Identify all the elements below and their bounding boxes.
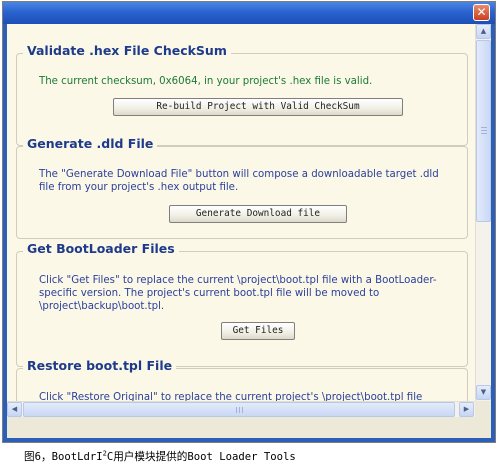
window-client-area: Validate .hex File CheckSum The current …	[7, 24, 491, 438]
bootloader-group-title: Get BootLoader Files	[23, 241, 179, 256]
caption-suffix: C用户模块提供的Boot Loader Tools	[106, 451, 296, 463]
get-files-button[interactable]: Get Files	[221, 322, 295, 340]
scrollable-content: Validate .hex File CheckSum The current …	[7, 24, 475, 401]
scroll-right-button[interactable]: ▶	[459, 402, 474, 417]
thumb-grip-line	[481, 133, 487, 134]
rebuild-checksum-button[interactable]: Re-build Project with Valid CheckSum	[113, 98, 403, 116]
horizontal-scroll-thumb[interactable]	[23, 402, 455, 417]
generate-download-button[interactable]: Generate Download file	[169, 205, 347, 223]
vertical-scrollbar[interactable]: ▲ ▼	[475, 24, 491, 401]
bootloader-description-line3: \project\backup\boot.tpl.	[39, 301, 165, 312]
dld-group-title: Generate .dld File	[23, 136, 158, 151]
thumb-grip-line	[481, 130, 487, 131]
thumb-grip-line	[481, 127, 487, 128]
title-bar[interactable]: ✕	[3, 2, 495, 24]
scroll-up-button[interactable]: ▲	[476, 24, 491, 39]
dld-description-line2: file from your project's .hex output fil…	[39, 182, 239, 193]
arrow-down-icon: ▼	[480, 388, 487, 396]
caption-prefix: 图6，BootLdrI	[24, 451, 103, 463]
arrow-up-icon: ▲	[480, 27, 487, 35]
thumb-grip-line	[242, 407, 243, 413]
thumb-grip-line	[239, 407, 240, 413]
close-button[interactable]: ✕	[473, 4, 490, 21]
scrollbar-corner	[475, 401, 491, 417]
checksum-status-text: The current checksum, 0x6064, in your pr…	[39, 76, 373, 87]
checksum-group-title: Validate .hex File CheckSum	[23, 43, 231, 58]
arrow-right-icon: ▶	[463, 405, 470, 413]
scroll-down-button[interactable]: ▼	[476, 385, 491, 400]
arrow-left-icon: ◀	[11, 405, 18, 413]
restore-description-line1: Click "Restore Original" to replace the …	[39, 392, 423, 401]
restore-group-title: Restore boot.tpl File	[23, 358, 177, 373]
bootloader-description-line1: Click "Get Files" to replace the current…	[39, 275, 437, 286]
dld-description-line1: The "Generate Download File" button will…	[39, 169, 439, 180]
scroll-left-button[interactable]: ◀	[7, 402, 22, 417]
thumb-grip-line	[236, 407, 237, 413]
close-icon: ✕	[476, 5, 487, 19]
dld-group: Generate .dld File The "Generate Downloa…	[16, 136, 468, 239]
bootloader-group: Get BootLoader Files Click "Get Files" t…	[16, 241, 468, 367]
checksum-group: Validate .hex File CheckSum The current …	[16, 43, 468, 146]
figure-caption: 图6，BootLdrI2C用户模块提供的Boot Loader Tools	[24, 449, 296, 464]
window-bottom-strip	[7, 417, 491, 438]
vertical-scroll-thumb[interactable]	[476, 40, 491, 222]
bootloader-tools-window: ✕ Validate .hex File CheckSum The curren…	[2, 1, 496, 443]
restore-group: Restore boot.tpl File Click "Restore Ori…	[16, 358, 468, 401]
horizontal-scrollbar[interactable]: ◀ ▶	[7, 401, 475, 417]
bootloader-description-line2: specific version. The project's current …	[39, 288, 380, 299]
